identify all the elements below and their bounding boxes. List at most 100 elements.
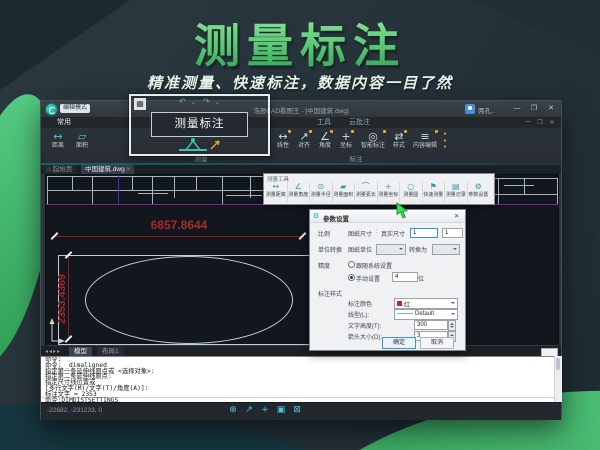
measure-angle-button[interactable]: ∠ 测量角度 <box>288 182 311 202</box>
paper-unit-combo[interactable] <box>376 244 406 255</box>
zoom-icon[interactable]: ⊕ <box>227 405 239 415</box>
arrow-size-label: 箭头大小(D): <box>348 332 382 341</box>
ribbon-overflow-icons[interactable]: ●●● <box>441 131 449 151</box>
tab-cloud-annotation[interactable]: 云批注 <box>345 118 374 128</box>
home-icon: ⌂ <box>47 166 51 173</box>
tab-close-icon[interactable]: × <box>127 166 131 173</box>
plan-line <box>174 176 175 198</box>
quick-measure-button[interactable]: ⚑ 快速测量 <box>423 182 446 202</box>
ribbon-distance-button[interactable]: ↔ 距离 <box>47 130 69 150</box>
ribbon-coordinate-dim-button[interactable]: + 坐标 <box>336 130 356 150</box>
ucs-icon <box>48 317 66 344</box>
convert-to-combo[interactable] <box>432 244 460 255</box>
redo-icon[interactable]: ↷ <box>203 97 210 106</box>
edit-mode-chip[interactable]: 编辑模式 <box>60 104 90 113</box>
ribbon-linear-dim-button[interactable]: ↔ 线性 <box>273 130 293 150</box>
dialog-close-icon[interactable]: ✕ <box>454 212 459 220</box>
command-scrollbar-thumb[interactable] <box>556 358 560 370</box>
layout-nav-arrows[interactable]: ◂◂▸▸ <box>45 348 61 355</box>
distance-icon: ↔ <box>47 130 69 143</box>
plan-line <box>132 176 133 190</box>
measure-radius-button[interactable]: ⊙ 测量半径 <box>310 182 333 202</box>
text-height-spinner[interactable] <box>448 320 456 331</box>
real-size-label: 真实尺寸 <box>381 229 405 238</box>
tab-tools[interactable]: 工具 <box>313 118 335 128</box>
ellipse-entity <box>85 256 293 344</box>
doc-minimize-button[interactable]: — <box>523 119 533 125</box>
tab-model[interactable]: 模型 <box>69 347 92 356</box>
cancel-button[interactable]: 取消 <box>420 337 454 349</box>
undo-dropdown-icon[interactable]: ⌄ <box>191 99 196 106</box>
measure-record-button[interactable]: ▤ 测量记录 <box>445 182 468 202</box>
doc-tab-startpage[interactable]: ⌂ 起始页 <box>43 165 76 174</box>
redo-dropdown-icon[interactable]: ⌄ <box>215 99 220 106</box>
measure-area-button[interactable]: ▰ 测量面积 <box>333 182 356 202</box>
doc-restore-button[interactable]: ❐ <box>535 119 545 126</box>
user-name[interactable]: 两孔.. <box>478 105 495 115</box>
measure-circle-button[interactable]: ○ 测量圆 <box>400 182 423 202</box>
ribbon-angle-dim-button[interactable]: ∠ 角度 <box>315 130 335 150</box>
measure-tools-palette: 测量工具 ↔ 测量距离 ∠ 测量角度 ⊙ 测量半径 ▰ 测量面积 <box>263 173 495 205</box>
ribbon-smart-dim-button[interactable]: ◎ 智能标注 <box>358 130 388 150</box>
measure-annotate-tool-icon[interactable] <box>175 137 223 153</box>
hero-subtitle: 精准测量、快速标注，数据内容一目了然 <box>0 72 600 93</box>
crosshair-icon[interactable]: + <box>259 405 271 415</box>
drawing-canvas[interactable]: 6857.8644 2353.4369 测量工具 ↔ <box>45 174 559 348</box>
precision-label: 精度 <box>318 261 330 270</box>
undo-icon[interactable]: ↶ <box>179 97 186 106</box>
measure-coordinate-button[interactable]: + 测量坐标 <box>378 182 401 202</box>
paper-size-label: 图纸尺寸 <box>348 229 372 238</box>
ribbon-aligned-dim-button[interactable]: ↗ 对齐 <box>294 130 314 150</box>
plan-line <box>222 176 223 204</box>
plan-line <box>196 176 197 190</box>
manual-set-radio[interactable] <box>348 274 355 281</box>
scale-paper-input[interactable] <box>410 228 438 238</box>
ribbon-content-edit-button[interactable]: ≡ 内容编辑 <box>410 130 440 150</box>
scale-real-input[interactable] <box>442 228 463 238</box>
linetype-combo[interactable]: ——— Default <box>394 309 458 320</box>
measure-record-icon: ▤ <box>445 182 467 192</box>
plan-line <box>92 176 93 204</box>
close-button[interactable]: ✕ <box>545 104 557 114</box>
dialog-gear-icon: ⚙ <box>313 212 319 220</box>
vertical-dimension-line <box>68 256 69 341</box>
ribbon-area-button[interactable]: ▱ 面积 <box>71 130 93 150</box>
grid-icon[interactable]: ▣ <box>275 405 287 415</box>
annotation-style-label: 标注样式 <box>318 289 342 298</box>
app-logo-icon[interactable] <box>45 103 58 116</box>
command-line-panel[interactable]: 命令: 命令: _dimaligned 指定第一条延伸线原点或 <选择对象>: … <box>41 356 561 403</box>
hero-title: 测量标注 <box>0 10 600 76</box>
red-color-swatch <box>397 301 402 306</box>
minimize-button[interactable]: — <box>511 104 523 114</box>
ok-button[interactable]: 确定 <box>382 337 416 349</box>
dim-color-combo[interactable]: 红 <box>394 298 458 309</box>
text-height-label: 文字高度(T): <box>348 321 381 330</box>
measure-coordinate-icon: + <box>378 182 400 192</box>
parameter-settings-dialog: ⚙ 参数设置 ✕ 比例 图纸尺寸 : 真实尺寸 : 单位转换 图纸单位 转换为 … <box>309 209 466 351</box>
text-height-input[interactable] <box>414 320 448 330</box>
user-avatar[interactable] <box>465 104 475 114</box>
digits-suffix-label: 位 <box>418 274 424 283</box>
precision-digits-input[interactable] <box>392 272 418 282</box>
pan-icon[interactable]: ↗ <box>243 405 255 415</box>
angle-dim-icon: ∠ <box>315 130 335 143</box>
doc-close-button[interactable]: ✕ <box>547 119 557 126</box>
plan-line <box>524 178 525 194</box>
measure-arc-button[interactable]: ⌒ 测量弧长 <box>355 182 378 202</box>
follow-system-radio[interactable] <box>348 261 355 268</box>
dim-style-icon: ⇄ <box>389 130 409 143</box>
doc-tab-drawing[interactable]: 中国建筑.dwg × <box>81 165 134 174</box>
parameter-settings-icon: ⚙ <box>468 182 490 192</box>
area-icon: ▱ <box>71 130 93 143</box>
plan-line <box>152 176 153 204</box>
measure-circle-icon: ○ <box>400 182 422 192</box>
horizontal-dimension-text: 6857.8644 <box>119 218 239 232</box>
fullscreen-icon[interactable]: ⊠ <box>291 405 303 415</box>
content-edit-icon: ≡ <box>410 130 440 143</box>
measure-distance-button[interactable]: ↔ 测量距离 <box>265 182 288 202</box>
maximize-button[interactable]: ❐ <box>528 104 540 114</box>
tab-layout1[interactable]: 布局1 <box>97 347 124 356</box>
ribbon-dim-style-button[interactable]: ⇄ 样式 <box>389 130 409 150</box>
parameter-settings-button[interactable]: ⚙ 参数设置 <box>468 182 490 202</box>
plan-line <box>498 178 499 204</box>
